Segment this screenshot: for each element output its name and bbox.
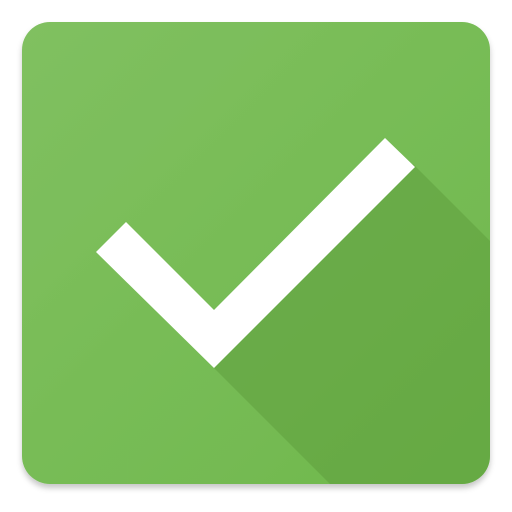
checkmark-icon — [22, 22, 490, 484]
icon-canvas — [0, 0, 512, 512]
